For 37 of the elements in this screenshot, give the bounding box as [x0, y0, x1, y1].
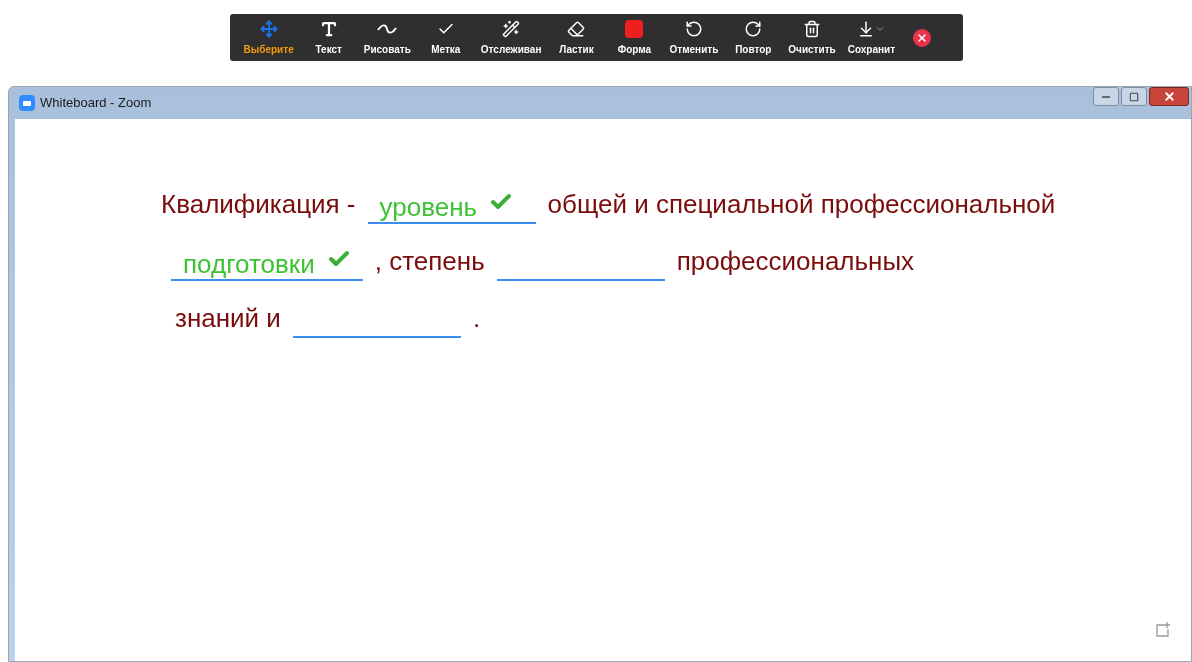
move-icon — [259, 19, 278, 38]
answer-text: уровень — [379, 192, 478, 222]
tool-button[interactable]: Выберите — [237, 14, 300, 61]
tool-button[interactable]: Повтор — [724, 14, 783, 61]
maximize-button[interactable] — [1121, 87, 1147, 106]
close-icon — [916, 31, 929, 44]
trash-icon — [803, 19, 821, 38]
close-window-button[interactable] — [1149, 87, 1189, 106]
new-page-icon — [1153, 621, 1171, 639]
tool-button[interactable]: Метка — [416, 14, 475, 61]
tool-button[interactable]: Сохранит — [841, 14, 902, 61]
whiteboard-text: Квалификация - — [161, 188, 356, 221]
whiteboard-text: профессиональных — [676, 245, 915, 278]
minimize-button[interactable] — [1093, 87, 1119, 106]
wand-icon — [502, 19, 521, 38]
whiteboard-text: общей и специальной профессиональной — [547, 188, 1056, 221]
eraser-icon — [567, 19, 586, 38]
maximize-icon — [1129, 91, 1139, 102]
redo-icon — [744, 19, 763, 38]
text-icon — [319, 19, 338, 38]
whiteboard-text: , степень — [374, 245, 485, 278]
whiteboard-text: . — [472, 302, 481, 335]
zoom-logo-icon — [19, 95, 35, 111]
tool-button[interactable]: Форма — [605, 14, 664, 61]
tool-button[interactable]: Ластик — [547, 14, 606, 61]
wave-icon — [377, 23, 398, 34]
tool-button[interactable]: Рисовать — [357, 14, 417, 61]
tool-button[interactable]: Текст — [299, 14, 358, 61]
window-title: Whiteboard - Zoom — [40, 94, 152, 113]
close-icon — [1162, 90, 1176, 103]
answer-text: подготовки — [183, 249, 315, 279]
tool-button[interactable]: Очистить — [782, 14, 842, 61]
close-button[interactable] — [913, 28, 932, 47]
undo-icon — [684, 19, 703, 38]
tool-button[interactable]: Отслеживан — [474, 14, 548, 61]
tool-button[interactable]: Отменить — [663, 14, 725, 61]
whiteboard-text: знаний и — [175, 302, 281, 335]
